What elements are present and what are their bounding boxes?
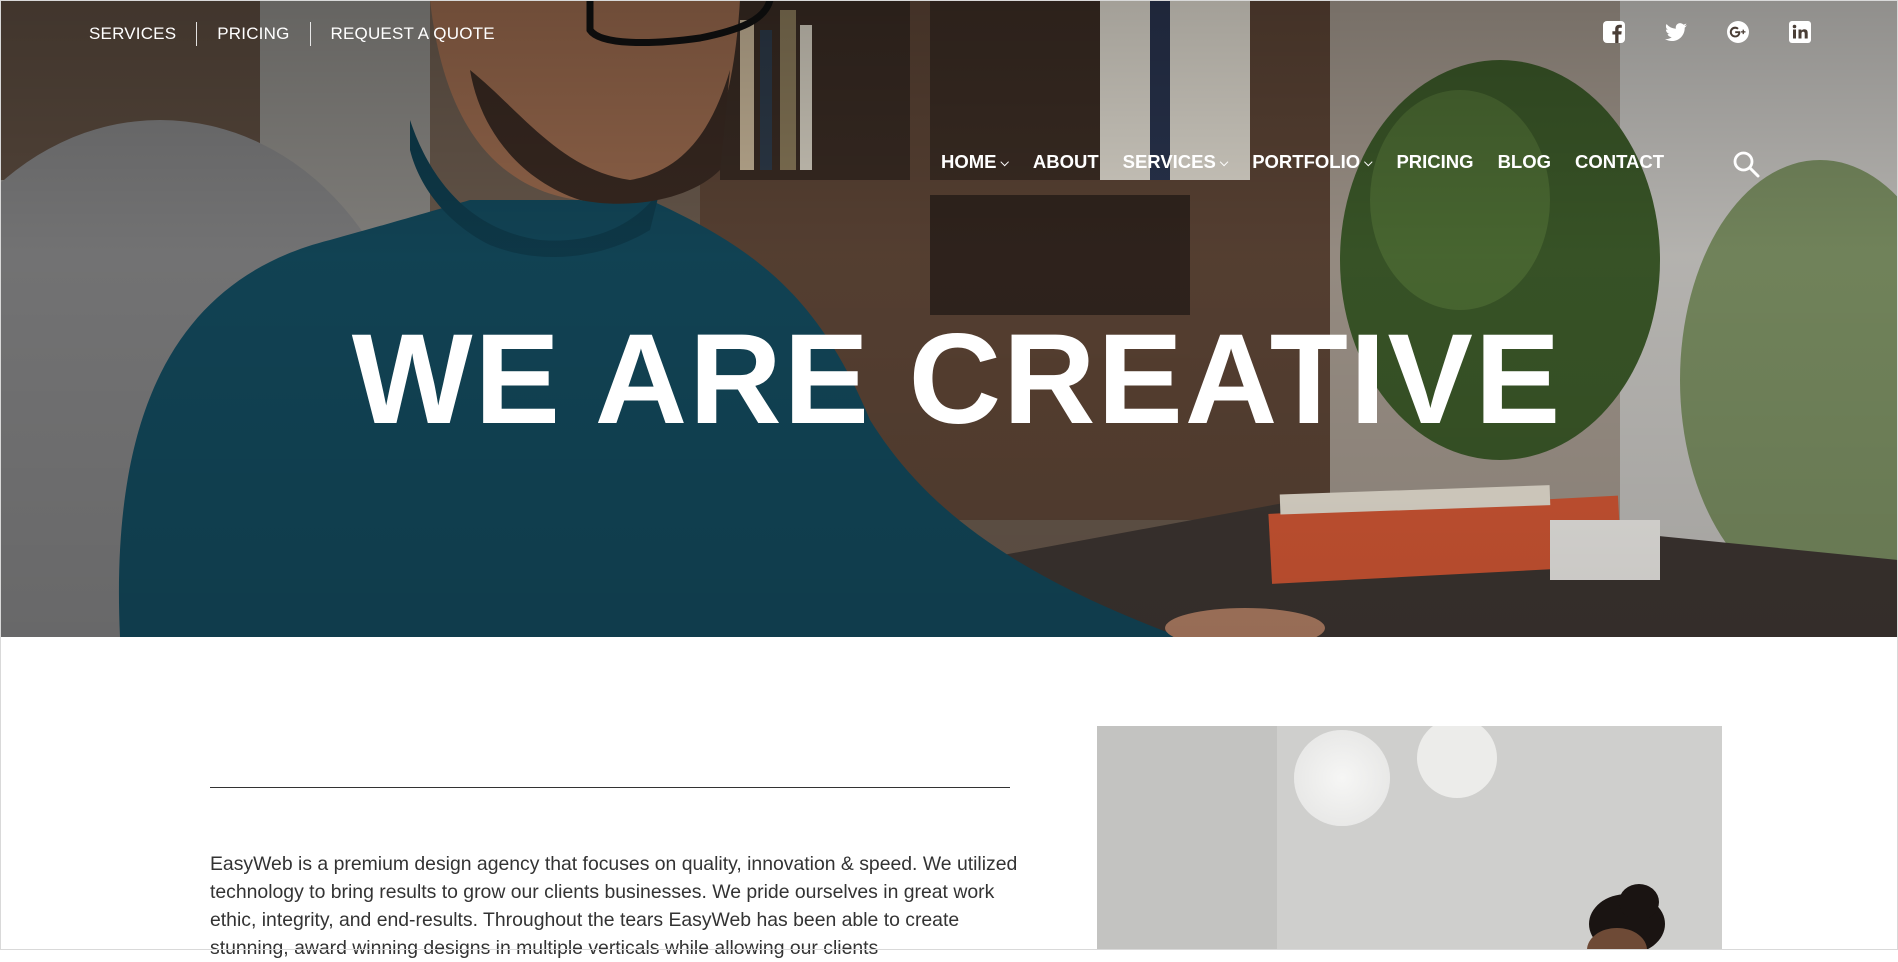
nav-item-label: BLOG (1497, 151, 1552, 172)
nav-item-label: HOME (941, 151, 997, 172)
nav-item-portfolio[interactable]: PORTFOLIO ⌵ (1252, 151, 1372, 173)
top-link-services[interactable]: SERVICES (89, 22, 196, 46)
nav-item-label: SERVICES (1122, 151, 1216, 172)
nav-item-pricing[interactable]: PRICING (1396, 151, 1473, 173)
nav-item-contact[interactable]: CONTACT (1575, 151, 1664, 173)
top-link-pricing[interactable]: PRICING (196, 22, 309, 46)
chevron-down-icon: ⌵ (1000, 156, 1009, 169)
nav-item-services[interactable]: SERVICES ⌵ (1123, 151, 1229, 173)
chevron-down-icon: ⌵ (1219, 156, 1229, 169)
about-image (1097, 726, 1722, 950)
nav-item-label: PORTFOLIO (1252, 151, 1361, 172)
linkedin-icon[interactable] (1788, 20, 1812, 44)
twitter-icon[interactable] (1664, 20, 1688, 44)
nav-item-about[interactable]: ABOUT (1033, 151, 1099, 173)
facebook-icon[interactable] (1602, 20, 1626, 44)
nav-item-home[interactable]: HOME ⌵ (941, 151, 1009, 173)
nav-item-label: PRICING (1396, 151, 1474, 172)
top-link-request-quote[interactable]: REQUEST A QUOTE (309, 22, 515, 46)
nav-item-label: CONTACT (1575, 151, 1665, 172)
top-utility-nav: SERVICES PRICING REQUEST A QUOTE (89, 22, 515, 46)
nav-item-label: ABOUT (1032, 151, 1099, 172)
hero-section: SERVICES PRICING REQUEST A QUOTE HOME ⌵ … (0, 0, 1898, 637)
google-plus-icon[interactable] (1726, 20, 1750, 44)
hero-headline: WE ARE CREATIVE (351, 308, 1563, 451)
about-paragraph: EasyWeb is a premium design agency that … (210, 853, 1018, 959)
search-icon[interactable] (1732, 150, 1760, 178)
section-divider (210, 787, 1010, 788)
main-nav: HOME ⌵ ABOUT SERVICES ⌵ PORTFOLIO ⌵ PRIC… (941, 151, 1664, 173)
chevron-down-icon: ⌵ (1364, 156, 1373, 169)
nav-item-blog[interactable]: BLOG (1498, 151, 1551, 173)
social-links (1602, 20, 1812, 44)
